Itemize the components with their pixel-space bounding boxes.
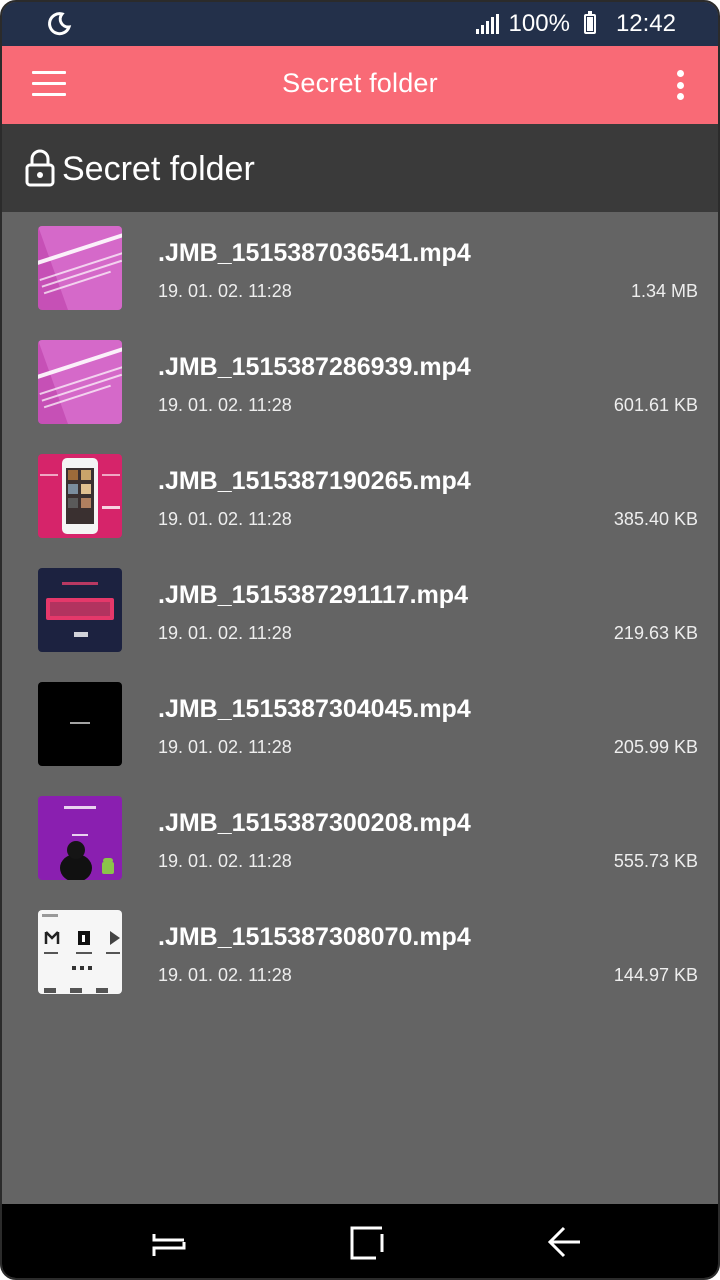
app-bar: Secret folder bbox=[2, 46, 718, 124]
file-name: .JMB_1515387291117.mp4 bbox=[158, 581, 468, 609]
file-name: .JMB_1515387190265.mp4 bbox=[158, 467, 471, 495]
video-thumbnail bbox=[38, 568, 122, 652]
list-item[interactable]: .JMB_1515387308070.mp4 19. 01. 02. 11:28… bbox=[2, 896, 718, 1010]
video-thumbnail bbox=[38, 796, 122, 880]
video-thumbnail bbox=[38, 682, 122, 766]
file-size: 219.63 KB bbox=[613, 623, 698, 643]
file-date: 19. 01. 02. 11:28 bbox=[158, 851, 292, 871]
file-name: .JMB_1515387304045.mp4 bbox=[158, 695, 471, 723]
signal-icon bbox=[475, 14, 499, 34]
more-vert-icon[interactable] bbox=[670, 68, 690, 102]
video-thumbnail bbox=[38, 340, 122, 424]
file-name: .JMB_1515387308070.mp4 bbox=[158, 923, 471, 951]
recent-apps-icon[interactable] bbox=[148, 1222, 188, 1262]
lock-icon bbox=[25, 149, 55, 187]
file-date: 19. 01. 02. 11:28 bbox=[158, 965, 292, 985]
moon-icon bbox=[48, 12, 72, 36]
file-name: .JMB_1515387300208.mp4 bbox=[158, 809, 471, 837]
file-size: 144.97 KB bbox=[613, 965, 698, 985]
status-icons: 100% 12:42 bbox=[475, 2, 676, 46]
phone-screen: 100% 12:42 Secret folder Secret folder .… bbox=[0, 0, 720, 1280]
file-size: 385.40 KB bbox=[613, 509, 698, 529]
folder-title: Secret folder bbox=[62, 150, 255, 188]
file-date: 19. 01. 02. 11:28 bbox=[158, 509, 292, 529]
file-date: 19. 01. 02. 11:28 bbox=[158, 395, 292, 415]
back-icon[interactable] bbox=[544, 1222, 584, 1262]
list-item[interactable]: .JMB_1515387190265.mp4 19. 01. 02. 11:28… bbox=[2, 440, 718, 554]
file-name: .JMB_1515387286939.mp4 bbox=[158, 353, 471, 381]
file-size: 601.61 KB bbox=[613, 395, 698, 415]
file-date: 19. 01. 02. 11:28 bbox=[158, 281, 292, 301]
clock: 12:42 bbox=[615, 10, 676, 37]
file-list: .JMB_1515387036541.mp4 19. 01. 02. 11:28… bbox=[2, 212, 718, 1010]
file-size: 555.73 KB bbox=[613, 851, 698, 871]
list-item[interactable]: .JMB_1515387300208.mp4 19. 01. 02. 11:28… bbox=[2, 782, 718, 896]
folder-header: Secret folder bbox=[2, 124, 718, 212]
video-thumbnail bbox=[38, 454, 122, 538]
video-thumbnail bbox=[38, 226, 122, 310]
app-title: Secret folder bbox=[282, 68, 438, 98]
battery-percent: 100% bbox=[508, 10, 570, 37]
status-bar: 100% 12:42 bbox=[2, 2, 718, 46]
file-date: 19. 01. 02. 11:28 bbox=[158, 737, 292, 757]
list-item[interactable]: .JMB_1515387036541.mp4 19. 01. 02. 11:28… bbox=[2, 212, 718, 326]
file-size: 205.99 KB bbox=[613, 737, 698, 757]
home-icon[interactable] bbox=[346, 1222, 386, 1262]
list-item[interactable]: .JMB_1515387291117.mp4 19. 01. 02. 11:28… bbox=[2, 554, 718, 668]
list-item[interactable]: .JMB_1515387304045.mp4 19. 01. 02. 11:28… bbox=[2, 668, 718, 782]
navigation-bar bbox=[2, 1204, 718, 1278]
file-size: 1.34 MB bbox=[630, 281, 698, 301]
file-name: .JMB_1515387036541.mp4 bbox=[158, 239, 471, 267]
battery-icon bbox=[583, 11, 596, 34]
video-thumbnail bbox=[38, 910, 122, 994]
file-date: 19. 01. 02. 11:28 bbox=[158, 623, 292, 643]
list-item[interactable]: .JMB_1515387286939.mp4 19. 01. 02. 11:28… bbox=[2, 326, 718, 440]
